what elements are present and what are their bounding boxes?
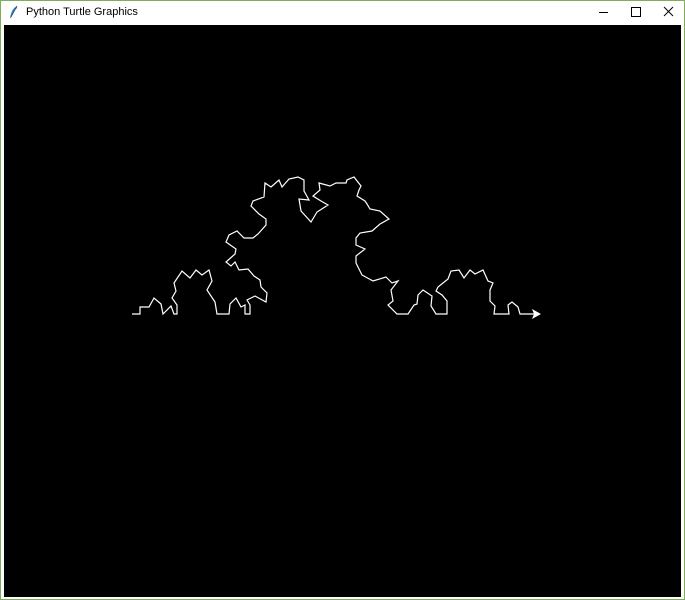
turtle-window: Python Turtle Graphics (0, 0, 685, 600)
close-icon (663, 6, 674, 17)
drawing-surface (132, 176, 541, 319)
turtle-canvas[interactable] (4, 25, 681, 597)
close-button[interactable] (652, 1, 684, 24)
window-title: Python Turtle Graphics (26, 6, 138, 18)
fractal-curve (132, 176, 537, 316)
maximize-button[interactable] (619, 1, 651, 24)
minimize-icon (599, 12, 608, 13)
maximize-icon (631, 7, 641, 17)
title-bar[interactable]: Python Turtle Graphics (1, 1, 684, 24)
minimize-button[interactable] (587, 1, 619, 24)
feather-icon (10, 5, 18, 18)
